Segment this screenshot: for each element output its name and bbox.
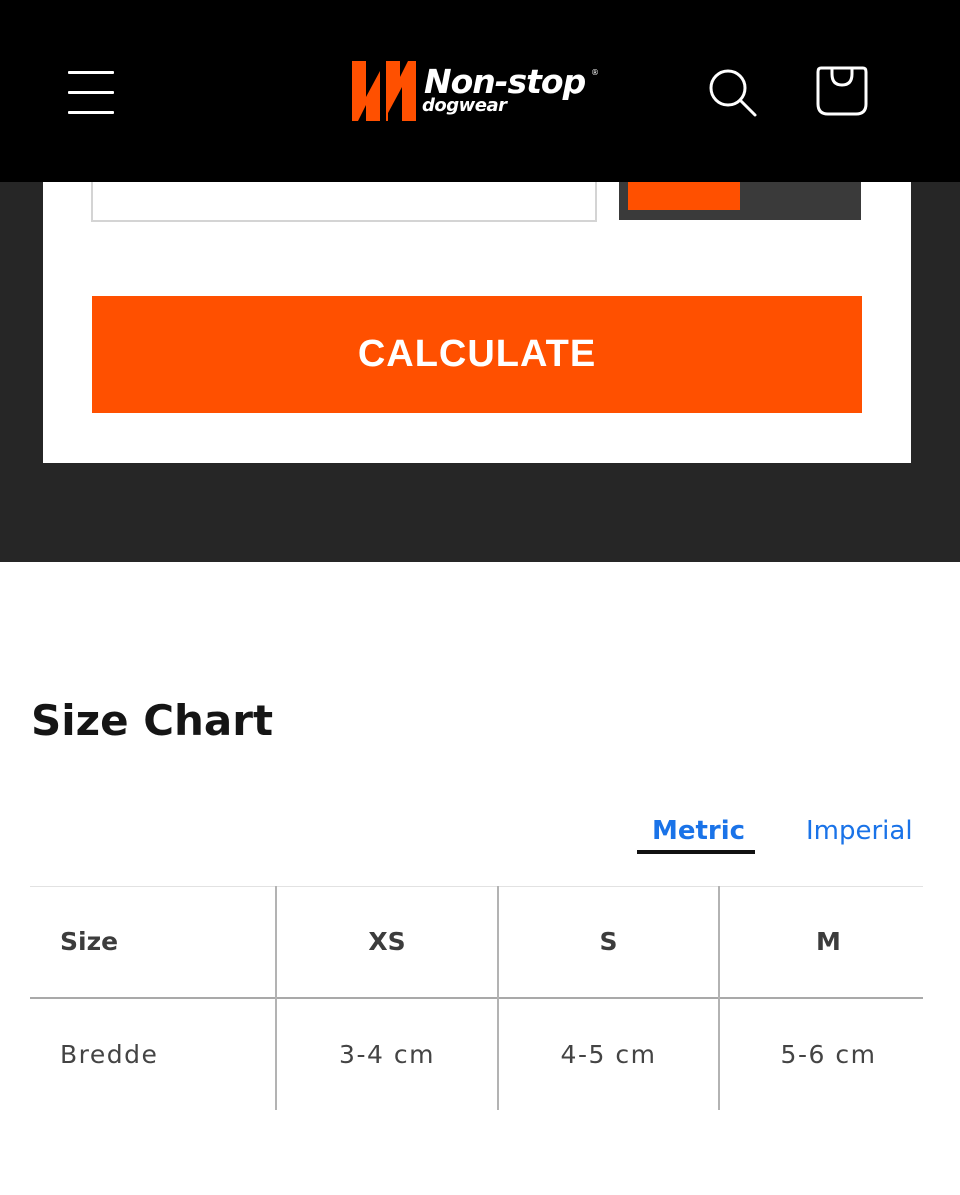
brand-logo[interactable]: Non-stop ® dogwear	[350, 54, 610, 128]
unit-toggle[interactable]	[619, 182, 861, 220]
search-button[interactable]	[700, 60, 764, 124]
cart-button[interactable]	[808, 58, 876, 126]
size-chart-table: Size XS S M Bredde 3-4 cm 4-5 cm 5-6 cm	[30, 886, 923, 1110]
logo-mark-icon	[352, 61, 416, 121]
tab-imperial[interactable]: Imperial	[806, 816, 913, 846]
menu-line	[68, 91, 114, 94]
menu-button[interactable]	[60, 62, 122, 122]
search-icon	[709, 69, 757, 117]
tab-metric[interactable]: Metric	[652, 816, 745, 846]
cell-bredde-m: 5-6 cm	[780, 1040, 877, 1069]
menu-line	[68, 111, 114, 114]
calculator-card: CALCULATE	[43, 178, 911, 463]
cell-bredde-s: 4-5 cm	[560, 1040, 657, 1069]
menu-line	[68, 71, 114, 74]
site-header: Non-stop ® dogwear	[0, 0, 960, 182]
table-header-m: M	[816, 927, 841, 956]
shopping-bag-icon	[816, 66, 868, 116]
size-chart-title: Size Chart	[31, 696, 274, 745]
table-header-size: Size	[60, 927, 119, 956]
row-label-bredde: Bredde	[60, 1040, 159, 1069]
measurement-input[interactable]	[91, 178, 597, 222]
active-tab-underline	[637, 850, 755, 854]
table-header-xs: XS	[368, 927, 406, 956]
logo-registered-mark: ®	[591, 68, 599, 77]
table-header-s: S	[599, 927, 618, 956]
logo-wordmark-bottom: dogwear	[422, 95, 507, 116]
unit-toggle-active-option[interactable]	[628, 182, 740, 210]
calculate-button[interactable]: CALCULATE	[92, 296, 862, 413]
cell-bredde-xs: 3-4 cm	[339, 1040, 435, 1069]
